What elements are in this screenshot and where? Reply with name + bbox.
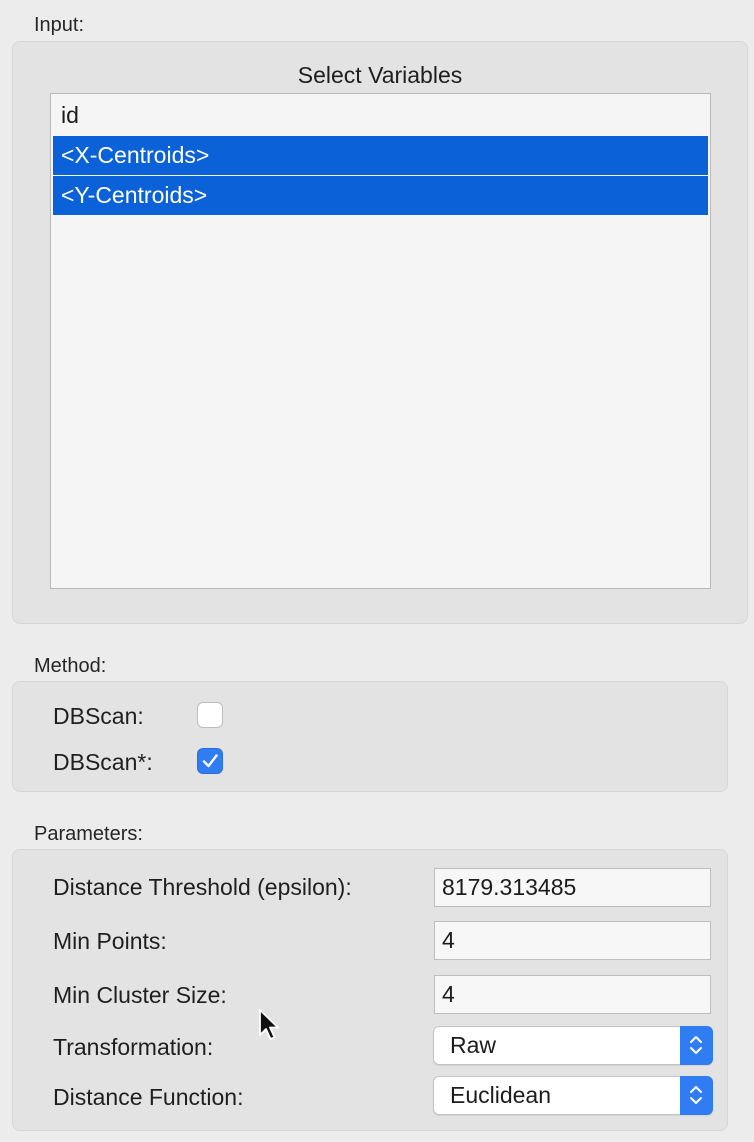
dbscan-checkbox[interactable] (197, 702, 223, 728)
input-group: Select Variables id <X-Centroids> <Y-Cen… (12, 41, 748, 624)
dbscan-star-label: DBScan*: (53, 749, 153, 775)
parameters-section-label: Parameters: (34, 823, 143, 845)
up-down-chevron-icon (690, 1086, 702, 1104)
input-section-label: Input: (34, 14, 85, 36)
up-down-chevron-icon (690, 1036, 702, 1054)
distance-threshold-label: Distance Threshold (epsilon): (53, 874, 352, 900)
min-points-input[interactable]: 4 (434, 921, 711, 960)
checkmark-icon (202, 754, 218, 768)
transformation-value: Raw (450, 1032, 497, 1058)
min-points-label: Min Points: (53, 928, 167, 954)
mouse-pointer-icon (259, 1009, 279, 1040)
transformation-stepper[interactable] (680, 1026, 713, 1065)
distance-function-value: Euclidean (450, 1082, 552, 1108)
distance-function-select[interactable]: Euclidean (433, 1076, 713, 1115)
select-variables-title: Select Variables (297, 62, 463, 88)
dbscan-star-checkbox[interactable] (197, 748, 223, 774)
variable-item-x-centroids[interactable]: <X-Centroids> (53, 136, 708, 175)
transformation-label: Transformation: (53, 1034, 214, 1060)
method-group: DBScan: DBScan*: (12, 681, 728, 792)
variable-item-y-centroids[interactable]: <Y-Centroids> (53, 176, 708, 215)
min-cluster-size-label: Min Cluster Size: (53, 982, 227, 1008)
distance-function-label: Distance Function: (53, 1084, 244, 1110)
distance-threshold-input[interactable]: 8179.313485 (434, 868, 711, 907)
min-cluster-size-input[interactable]: 4 (434, 975, 711, 1014)
parameters-group: Distance Threshold (epsilon): 8179.31348… (12, 849, 728, 1131)
dbscan-label: DBScan: (53, 703, 144, 729)
variable-item-id[interactable]: id (53, 96, 708, 135)
method-section-label: Method: (34, 655, 107, 677)
distance-function-stepper[interactable] (680, 1076, 713, 1115)
transformation-select[interactable]: Raw (433, 1026, 713, 1065)
variables-listbox[interactable]: id <X-Centroids> <Y-Centroids> (50, 93, 711, 589)
